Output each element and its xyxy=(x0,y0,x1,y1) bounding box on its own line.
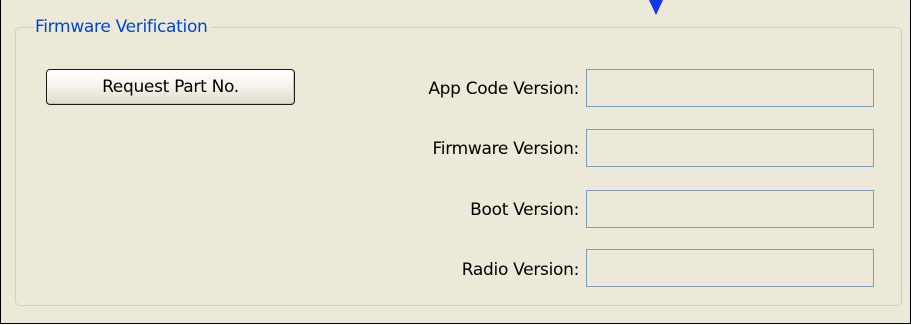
app-code-version-label: App Code Version: xyxy=(428,79,579,99)
firmware-version-field[interactable] xyxy=(586,129,874,167)
firmware-version-label: Firmware Version: xyxy=(432,139,580,159)
app-code-version-field[interactable] xyxy=(586,69,874,107)
radio-version-label: Radio Version: xyxy=(461,260,580,280)
groupbox-title: Firmware Verification xyxy=(34,17,212,37)
request-part-no-button[interactable]: Request Part No. xyxy=(46,69,295,105)
down-arrow-icon xyxy=(649,0,663,15)
boot-version-label: Boot Version: xyxy=(470,200,579,220)
boot-version-field[interactable] xyxy=(586,190,874,228)
radio-version-field[interactable] xyxy=(586,249,874,287)
